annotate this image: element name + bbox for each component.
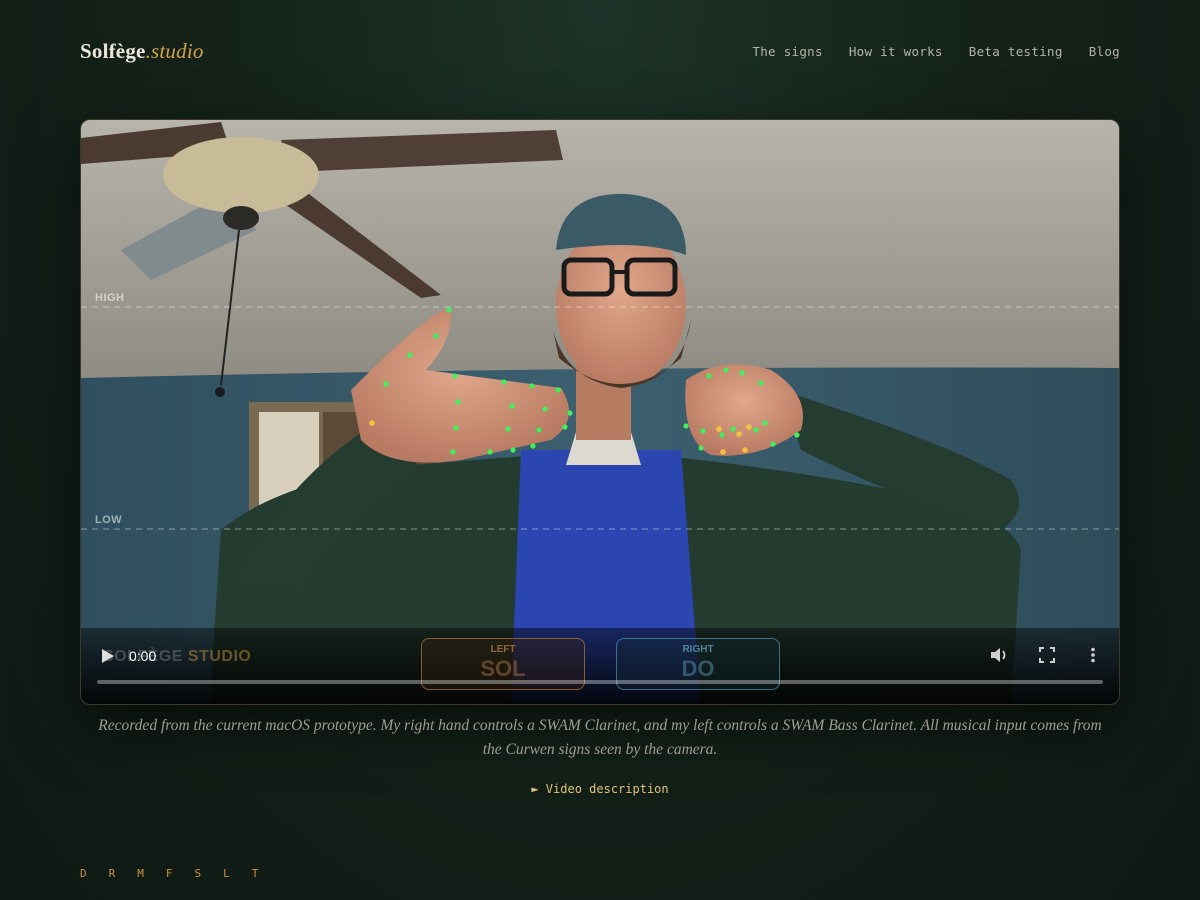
scale-letter: F — [165, 867, 173, 880]
left-hand-label: LEFT — [490, 644, 516, 655]
watermark-part2: STUDIO — [187, 648, 252, 665]
video-caption: Recorded from the current macOS prototyp… — [98, 717, 1102, 758]
scale-letter: L — [223, 867, 230, 880]
video-frame — [81, 120, 1119, 704]
nav-link-beta-testing[interactable]: Beta testing — [969, 44, 1063, 59]
video-description-summary[interactable]: ► Video description — [531, 782, 668, 796]
nav-link-the-signs[interactable]: The signs — [752, 44, 822, 59]
video-controls: SOLFÈGE STUDIO 0:00 LEFT SOL RIGHT DO — [81, 628, 1119, 704]
logo-name: Solfège — [80, 38, 146, 63]
main-nav: The signs How it works Beta testing Blog — [752, 44, 1120, 59]
site-logo[interactable]: Solfège.studio — [80, 39, 204, 64]
left-hand-value: SOL — [480, 656, 526, 681]
time-display: 0:00 — [129, 648, 157, 664]
play-button[interactable] — [101, 648, 115, 669]
logo-accent: .studio — [145, 38, 204, 63]
solfege-scale: D R M F S L T — [80, 867, 258, 880]
right-hand-label: RIGHT — [682, 644, 714, 655]
nav-link-how-it-works[interactable]: How it works — [849, 44, 943, 59]
right-hand-value: DO — [681, 656, 715, 681]
video-player[interactable]: HIGH LOW SOLFÈGE STUDIO 0:00 LEFT SOL RI… — [80, 119, 1120, 705]
more-options-button[interactable] — [1090, 647, 1096, 668]
volume-icon — [991, 648, 1006, 662]
more-vertical-icon — [1091, 647, 1095, 663]
play-icon — [102, 649, 114, 663]
nav-link-blog[interactable]: Blog — [1089, 44, 1120, 59]
scale-letter: M — [137, 867, 144, 880]
scale-letter: D — [80, 867, 87, 880]
video-description-toggle: ► Video description — [0, 782, 1200, 796]
fullscreen-button[interactable] — [1039, 647, 1055, 668]
video-watermark: SOLFÈGE STUDIO — [103, 648, 251, 666]
fullscreen-icon — [1039, 647, 1055, 663]
scale-letter: R — [108, 867, 116, 880]
site-header: Solfège.studio The signs How it works Be… — [80, 36, 1120, 66]
scale-letter: S — [194, 867, 202, 880]
volume-button[interactable] — [989, 646, 1009, 669]
progress-bar[interactable] — [97, 680, 1103, 684]
scale-letter: T — [251, 867, 259, 880]
guide-label-low: LOW — [95, 514, 123, 526]
guide-label-high: HIGH — [95, 292, 125, 304]
